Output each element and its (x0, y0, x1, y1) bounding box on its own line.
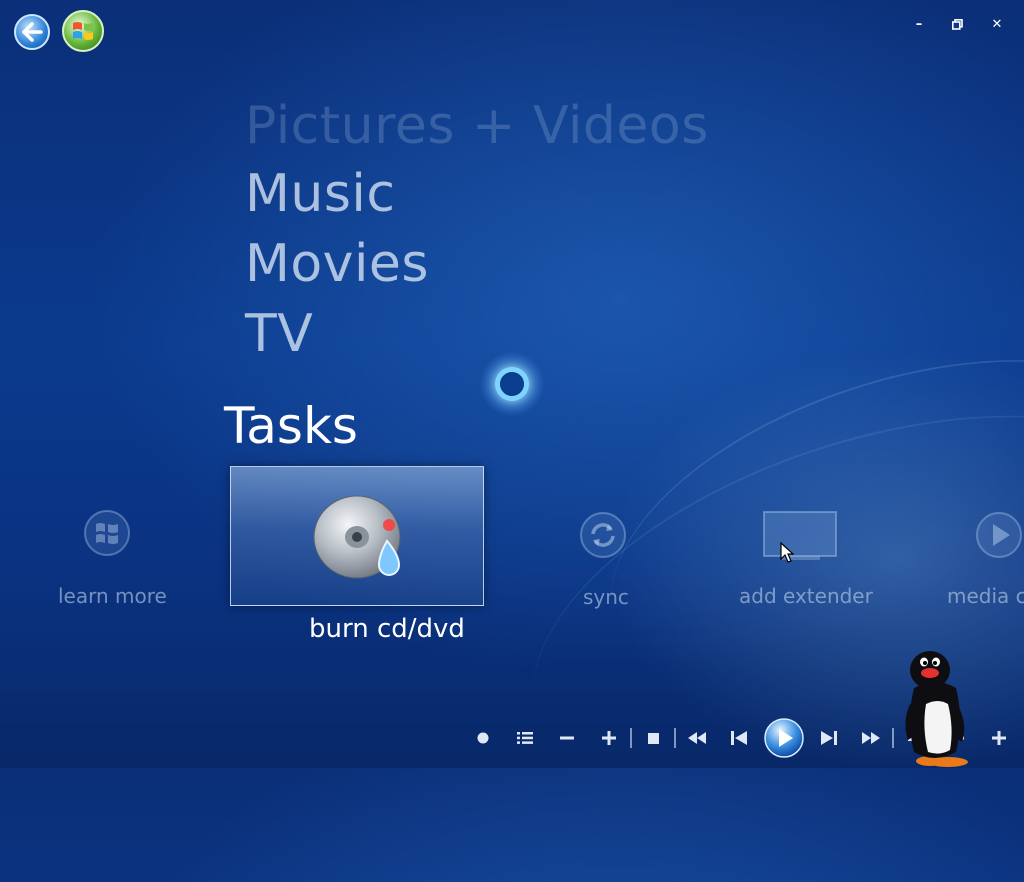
extender-screen-icon (762, 510, 840, 562)
record-button[interactable] (462, 716, 504, 760)
task-tile-burn-cd-dvd[interactable] (230, 466, 484, 606)
back-button[interactable] (14, 14, 50, 50)
minus-icon (560, 736, 574, 740)
fast-forward-icon (862, 732, 880, 744)
busy-spinner-icon (480, 352, 544, 416)
penguin-mascot-icon (905, 651, 968, 767)
task-label-media-center: media c (947, 584, 1024, 608)
rewind-icon (688, 732, 706, 744)
volume-up-button[interactable] (588, 716, 630, 760)
record-icon (477, 732, 489, 744)
play-button[interactable] (760, 716, 808, 760)
stop-icon (647, 732, 659, 744)
fast-forward-button[interactable] (850, 716, 892, 760)
windows-start-icon (73, 22, 93, 40)
burn-disc-icon (313, 495, 401, 579)
close-button[interactable]: ✕ (984, 12, 1010, 36)
windows-start-button[interactable] (62, 10, 104, 52)
task-label-sync: sync (583, 585, 629, 609)
menu-item-movies[interactable]: Movies (245, 232, 429, 296)
task-label-learn-more: learn more (58, 584, 167, 608)
media-play-icon (974, 510, 1024, 560)
mouse-cursor-icon (780, 542, 794, 563)
background-swirl (484, 340, 1024, 882)
menu-item-music[interactable]: Music (245, 162, 395, 226)
restore-icon (951, 18, 963, 30)
stop-button[interactable] (632, 716, 674, 760)
skip-back-icon (731, 731, 747, 745)
plus-icon (602, 731, 616, 745)
close-icon: ✕ (991, 16, 1003, 32)
rewind-button[interactable] (676, 716, 718, 760)
skip-forward-icon (821, 731, 837, 745)
next-button[interactable] (808, 716, 850, 760)
restore-button[interactable] (944, 12, 970, 36)
back-arrow-icon (22, 22, 43, 42)
minimize-button[interactable]: – (906, 12, 932, 36)
task-label-burn-cd-dvd: burn cd/dvd (309, 614, 465, 644)
volume-down-button[interactable] (546, 716, 588, 760)
windows-logo-icon (82, 508, 132, 558)
menu-item-pictures-videos[interactable]: Pictures + Videos (245, 94, 709, 158)
sync-icon (578, 510, 628, 560)
previous-button[interactable] (718, 716, 760, 760)
minimize-icon: – (915, 16, 923, 32)
volume-up-button-2[interactable] (978, 716, 1020, 760)
play-icon (764, 718, 804, 758)
list-icon (517, 732, 533, 744)
guide-button[interactable] (504, 716, 546, 760)
menu-item-tv[interactable]: TV (245, 302, 313, 366)
category-heading-tasks[interactable]: Tasks (224, 394, 358, 458)
task-label-add-extender: add extender (739, 584, 873, 608)
plus-icon (992, 731, 1006, 745)
